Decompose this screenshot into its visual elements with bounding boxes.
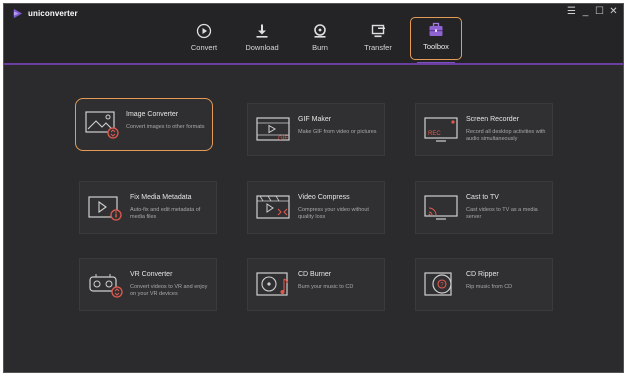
tool-description: Auto-fix and edit metadata of media file… (130, 207, 201, 220)
toolbox-icon (429, 22, 443, 36)
header-divider (4, 63, 623, 65)
main-nav: Convert Download Burn Transfer Toolbox (4, 4, 623, 64)
tool-description: Convert images to other formats (126, 124, 205, 130)
tab-convert[interactable]: Convert (178, 18, 230, 60)
tab-transfer[interactable]: Transfer (352, 18, 404, 60)
tool-description: Make GIF from video or pictures (298, 129, 377, 135)
tool-title: CD Burner (298, 271, 332, 278)
cd-ripper-icon: ? (424, 272, 452, 296)
tool-title: VR Converter (130, 271, 173, 278)
tool-card-cd-ripper[interactable]: ? CD Ripper Rip music from CD (415, 258, 553, 311)
tab-convert-label: Convert (190, 43, 218, 52)
tool-card-vr-converter[interactable]: VR Converter Convert videos to VR and en… (79, 258, 217, 311)
tool-description: Cast videos to TV as a media server (466, 207, 538, 220)
app-window: uniconverter ☰ _ ☐ ✕ Convert Download Bu… (3, 3, 624, 373)
tool-title: GIF Maker (298, 116, 332, 123)
tab-download[interactable]: Download (236, 18, 288, 60)
tab-burn-label: Burn (312, 43, 328, 52)
tab-download-label: Download (245, 43, 279, 52)
convert-icon (196, 23, 212, 39)
title-bar: uniconverter ☰ _ ☐ ✕ Convert Download Bu… (4, 4, 623, 64)
tool-card-image-converter[interactable]: Image Converter Convert images to other … (75, 98, 213, 151)
metadata-icon (88, 196, 122, 221)
tab-transfer-label: Transfer (364, 43, 392, 52)
tool-card-screen-recorder[interactable]: REC Screen Recorder Record all desktop a… (415, 103, 553, 156)
tool-title: CD Ripper (466, 271, 499, 278)
tool-card-cd-burner[interactable]: CD Burner Burn your music to CD (247, 258, 385, 311)
tool-description: Rip music from CD (466, 284, 513, 290)
tool-title: Image Converter (126, 111, 179, 118)
rec-badge: REC (428, 131, 441, 137)
tab-toolbox-label: Toolbox (423, 42, 449, 51)
tool-title: Screen Recorder (466, 116, 519, 123)
gif-maker-icon: GIF (256, 117, 290, 142)
burn-icon (314, 24, 326, 38)
screen-recorder-icon: REC (424, 117, 458, 142)
download-icon (256, 24, 268, 38)
tool-card-video-compress[interactable]: Video Compress Compress your video witho… (247, 181, 385, 234)
image-converter-icon (85, 111, 119, 139)
gif-badge: GIF (278, 136, 288, 142)
tool-title: Cast to TV (466, 194, 499, 201)
cd-burner-icon (256, 272, 288, 296)
tab-burn[interactable]: Burn (294, 18, 346, 60)
tool-card-cast-to-tv[interactable]: Cast to TV Cast videos to TV as a media … (415, 181, 553, 234)
tool-description: Compress your video without quality loss (298, 207, 369, 220)
tool-description: Convert videos to VR and enjoy on your V… (130, 284, 208, 297)
tool-card-fix-media-metadata[interactable]: Fix Media Metadata Auto-fix and edit met… (79, 181, 217, 234)
tool-card-gif-maker[interactable]: GIF GIF Maker Make GIF from video or pic… (247, 103, 385, 156)
cast-tv-icon (424, 195, 458, 220)
video-compress-icon (256, 195, 290, 219)
transfer-icon (371, 24, 385, 38)
tool-title: Fix Media Metadata (130, 194, 192, 201)
tool-description: Record all desktop activities with audio… (466, 129, 546, 142)
tool-title: Video Compress (298, 194, 350, 201)
tab-toolbox[interactable]: Toolbox (410, 17, 462, 64)
tool-description: Burn your music to CD (298, 284, 354, 290)
vr-icon (89, 274, 123, 298)
